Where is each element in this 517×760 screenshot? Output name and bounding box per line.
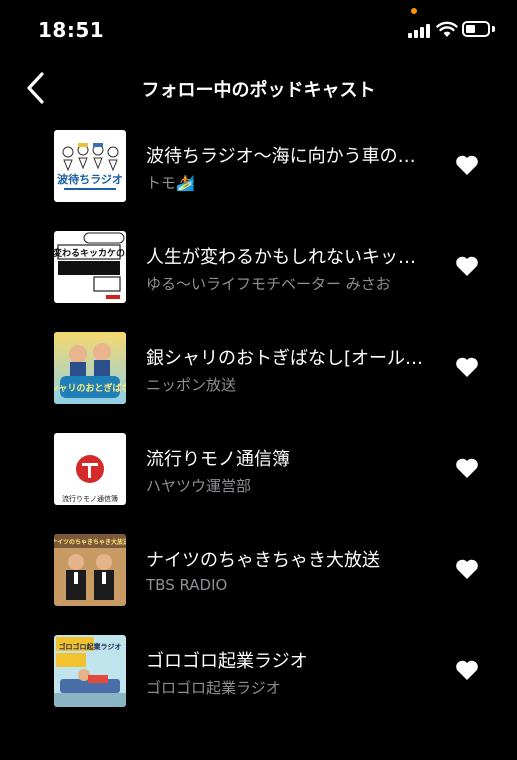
- podcast-artwork[interactable]: ゴロゴロ起業ラジオ: [54, 635, 126, 707]
- battery-cap: [492, 26, 495, 32]
- artwork-title-text: 人生変わるキッカケのお話: [54, 247, 126, 259]
- privacy-indicator-dot: [411, 8, 417, 14]
- heart-icon[interactable]: [455, 356, 479, 378]
- wifi-icon: [436, 21, 458, 37]
- podcast-artwork[interactable]: 波待ちラジオ: [54, 130, 126, 202]
- podcast-artwork[interactable]: 流行りモノ通信簿: [54, 433, 126, 505]
- artwork-title-text: 波待ちラジオ: [57, 172, 123, 186]
- artwork-title-text: ナイツのちゃきちゃき大放送: [54, 538, 126, 546]
- artwork-title-text: ゴロゴロ起業ラジオ: [59, 642, 122, 651]
- podcast-title: 流行りモノ通信簿: [146, 449, 290, 470]
- heart-icon[interactable]: [455, 659, 479, 681]
- podcast-row[interactable]: 銀シャリのおとぎばなし 銀シャリのおトぎばなし[オールナイトニッポンPODCAS…: [0, 328, 517, 408]
- cellular-signal-icon: [408, 22, 432, 38]
- heart-icon[interactable]: [455, 154, 479, 176]
- podcast-author: ニッポン放送: [146, 376, 237, 394]
- heart-icon[interactable]: [455, 457, 479, 479]
- artwork-title-text: 銀シャリのおとぎばなし: [54, 382, 126, 394]
- podcast-artwork[interactable]: 人生変わるキッカケのお話: [54, 231, 126, 303]
- podcast-artwork[interactable]: ナイツのちゃきちゃき大放送: [54, 534, 126, 606]
- podcast-author: ゴロゴロ起業ラジオ: [146, 679, 281, 697]
- artwork-title-text: 流行りモノ通信簿: [62, 494, 118, 503]
- podcast-author: TBS RADIO: [146, 576, 228, 594]
- page-title: フォロー中のポッドキャスト: [141, 80, 376, 101]
- status-time: 18:51: [38, 18, 105, 42]
- heart-icon[interactable]: [455, 558, 479, 580]
- podcast-row[interactable]: ナイツのちゃきちゃき大放送 ナイツのちゃきちゃき大放送 TBS RADIO: [0, 530, 517, 610]
- battery-icon: [462, 21, 490, 37]
- podcast-row[interactable]: 人生変わるキッカケのお話 人生が変わるかもしれないキッカケのお話 ゆる〜いライフ…: [0, 227, 517, 307]
- status-bar: 18:51: [0, 0, 517, 60]
- podcast-author: ハヤツウ運営部: [146, 477, 252, 495]
- podcast-artwork[interactable]: 銀シャリのおとぎばなし: [54, 332, 126, 404]
- podcast-row[interactable]: 流行りモノ通信簿 流行りモノ通信簿 ハヤツウ運営部: [0, 429, 517, 509]
- podcast-row[interactable]: ゴロゴロ起業ラジオ ゴロゴロ起業ラジオ ゴロゴロ起業ラジオ: [0, 631, 517, 711]
- podcast-title: 人生が変わるかもしれないキッカケのお話: [146, 247, 431, 268]
- podcast-title: ゴロゴロ起業ラジオ: [146, 651, 308, 672]
- podcast-title: ナイツのちゃきちゃき大放送: [146, 550, 380, 571]
- podcast-title: 銀シャリのおトぎばなし[オールナイトニッポンPODCAST]: [146, 348, 431, 369]
- podcast-title: 波待ちラジオ〜海に向かう車の中で〜: [146, 146, 431, 167]
- podcast-row[interactable]: 波待ちラジオ 波待ちラジオ〜海に向かう車の中で〜 トモ🏄: [0, 126, 517, 206]
- podcast-author: ゆる〜いライフモチベーター みさお: [146, 275, 391, 293]
- heart-icon[interactable]: [455, 255, 479, 277]
- podcast-author: トモ🏄: [146, 174, 195, 192]
